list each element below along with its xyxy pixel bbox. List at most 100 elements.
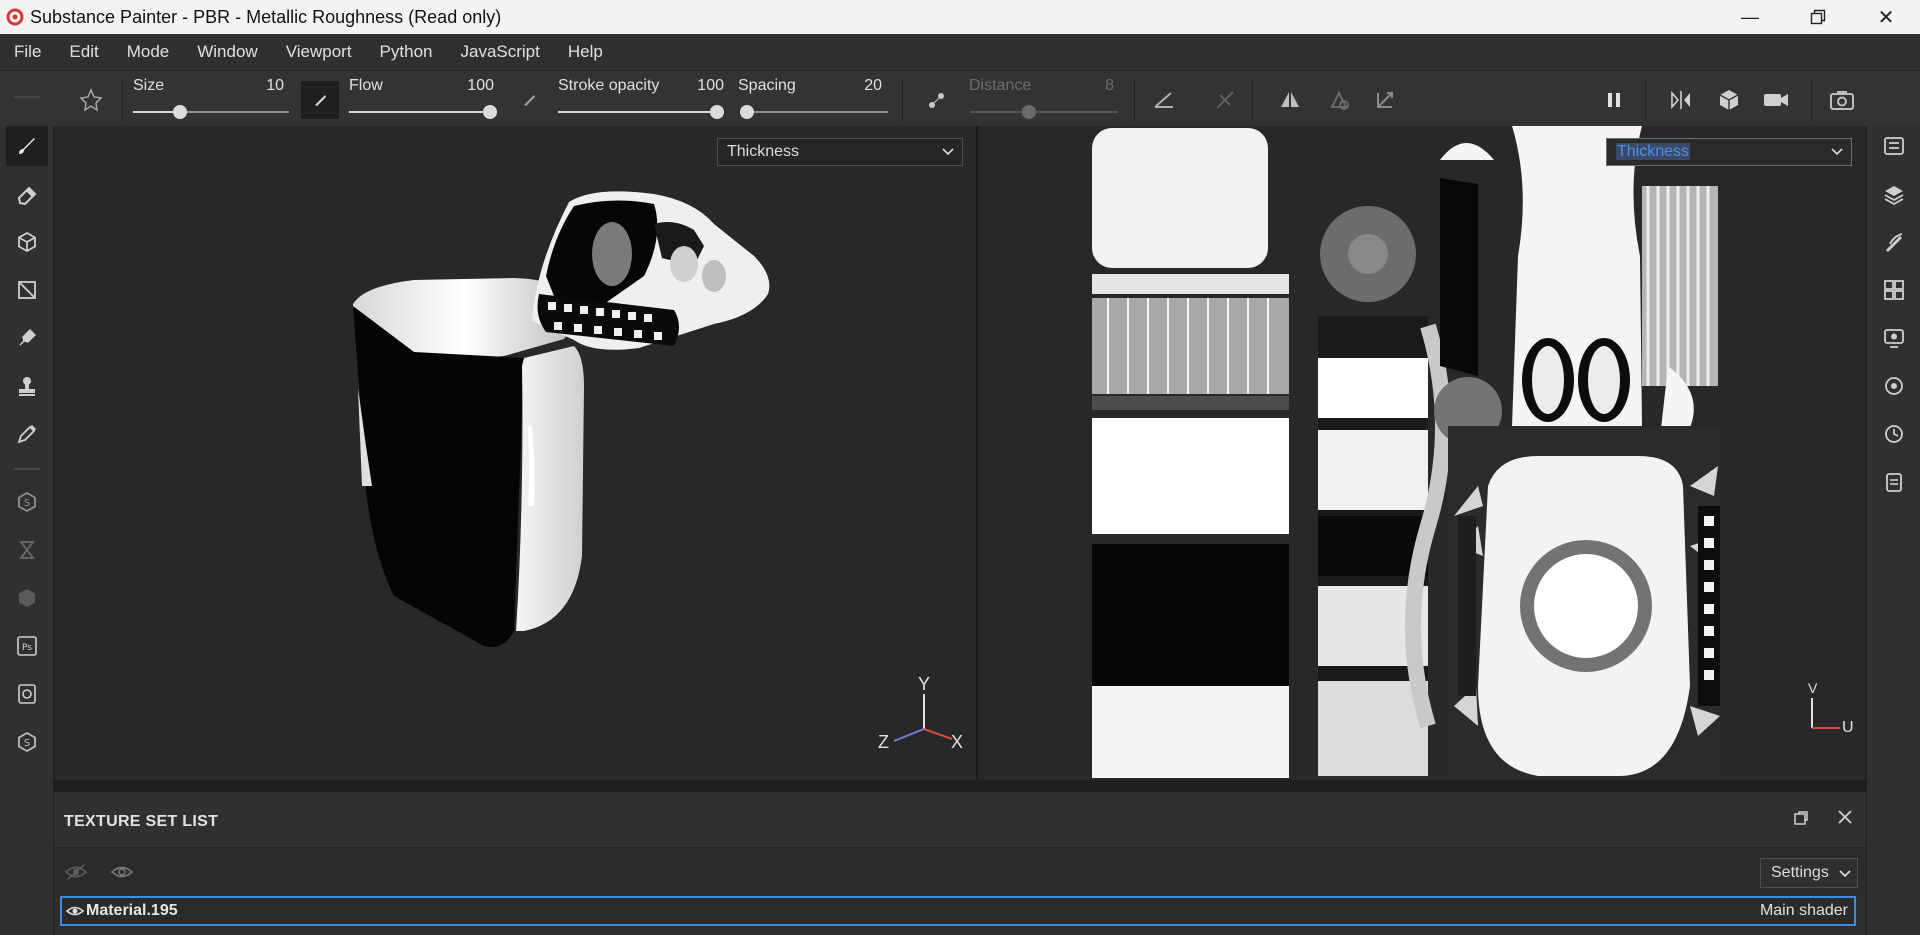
size-value[interactable]: 10 [240,77,284,95]
right-panel-shelf [1866,126,1920,935]
smudge-tool-icon[interactable] [6,318,48,358]
panel-splitter[interactable] [54,780,1866,792]
3d-view-cube-icon[interactable] [1712,83,1746,117]
menu-help[interactable]: Help [554,34,617,70]
axis-label-v: V [1808,680,1818,696]
close-icon: ✕ [1877,6,1895,29]
close-button[interactable]: ✕ [1852,0,1920,34]
hourglass-icon[interactable] [6,530,48,570]
pressure-size-icon[interactable] [301,81,339,119]
properties-brush-icon[interactable] [1877,225,1911,259]
maximize-button[interactable] [1784,0,1852,34]
screenshot-camera-icon[interactable] [1825,83,1859,117]
pause-button[interactable] [1597,83,1631,117]
spacing-value[interactable]: 20 [838,77,882,95]
uv-texture-map [1092,126,1840,778]
stroke-opacity-label: Stroke opacity [558,77,660,94]
material-name: Material.195 [86,902,178,919]
distance-value[interactable]: 8 [1070,77,1114,95]
clone-stamp-tool-icon[interactable] [6,366,48,406]
close-panel-icon[interactable] [1837,809,1853,830]
3d-viewport[interactable]: Thickness Y Z X [54,126,977,780]
eraser-tool-icon[interactable] [6,174,48,214]
menu-window[interactable]: Window [183,34,271,70]
2d-uv-viewport[interactable]: Thickness V U [978,126,1866,780]
texture-set-row[interactable]: Material.195 Main shader [60,896,1856,926]
chevron-down-icon [1831,148,1843,156]
brush-preset-icon[interactable] [74,83,108,117]
minimize-button[interactable]: — [1716,0,1784,34]
split-view-icon[interactable] [1664,83,1698,117]
color-picker-tool-icon[interactable] [6,414,48,454]
distance-slider[interactable] [970,105,1118,119]
shader-settings-icon[interactable] [1877,369,1911,403]
title-bar: Substance Painter - PBR - Metallic Rough… [0,0,1920,34]
projection-tool-icon[interactable] [6,222,48,262]
panel-title: TEXTURE SET LIST [64,813,219,830]
axis-label-u: U [1842,719,1854,736]
pressure-flow-icon[interactable] [512,83,546,117]
texture-set-list-panel: TEXTURE SET LIST Settings Material.195 M… [54,792,1866,935]
3d-channel-value: Thickness [727,143,800,160]
stroke-opacity-slider[interactable] [558,105,724,119]
uv-axis-gizmo [1811,698,1840,729]
3d-channel-dropdown[interactable]: Thickness [717,138,963,166]
log-clipboard-icon[interactable] [1877,465,1911,499]
polygon-fill-tool-icon[interactable] [6,270,48,310]
flow-slider[interactable] [349,105,497,119]
chevron-down-icon [942,148,954,156]
size-label: Size [133,77,165,94]
texture-set-toolbar: Settings [54,848,1866,896]
visibility-eye-icon[interactable] [65,903,85,924]
distance-label: Distance [969,77,1032,94]
axis-label-z: Z [878,732,889,752]
left-tool-shelf: S Ps S [0,96,54,935]
spacing-slider[interactable] [740,105,888,119]
menu-bar: File Edit Mode Window Viewport Python Ja… [0,34,1920,70]
substance-source-icon[interactable] [6,578,48,618]
shelf-grid-icon[interactable] [1877,273,1911,307]
axis-label-y: Y [918,674,931,694]
shader-name[interactable]: Main shader [1760,902,1848,920]
float-panel-icon[interactable] [1793,810,1809,831]
menu-mode[interactable]: Mode [113,34,184,70]
lazy-mouse-icon[interactable] [920,83,954,117]
restore-icon [1810,9,1826,25]
svg-text:Ps: Ps [22,643,32,653]
display-settings-icon[interactable] [1877,321,1911,355]
show-eye-icon[interactable] [110,862,134,887]
stroke-opacity-value[interactable]: 100 [680,77,724,95]
paint-brush-tool-icon[interactable] [6,126,48,166]
symmetry-shape-icon[interactable] [1322,83,1356,117]
substance-settings-icon[interactable]: S [6,722,48,762]
svg-text:S: S [24,738,30,749]
transform-icon[interactable] [1368,83,1402,117]
menu-python[interactable]: Python [366,34,447,70]
symmetry-angle-icon[interactable] [1147,83,1181,117]
app-logo-icon [2,0,28,34]
history-icon[interactable] [1877,417,1911,451]
spacing-label: Spacing [738,77,796,94]
menu-file[interactable]: File [0,34,55,70]
settings-dropdown[interactable]: Settings [1760,858,1858,888]
mirror-icon[interactable] [1273,83,1307,117]
size-slider[interactable] [133,105,289,119]
2d-channel-dropdown[interactable]: Thickness [1606,138,1852,166]
menu-javascript[interactable]: JavaScript [446,34,553,70]
menu-viewport[interactable]: Viewport [272,34,366,70]
flow-label: Flow [349,77,383,94]
chevron-down-icon [1839,870,1851,878]
line-mode-icon[interactable] [1208,83,1242,117]
camera-view-icon[interactable] [1759,83,1793,117]
settings-label: Settings [1771,864,1829,881]
layers-icon[interactable] [1877,177,1911,211]
2d-channel-value: Thickness [1616,143,1691,160]
bake-substance-icon[interactable]: S [6,482,48,522]
photoshop-export-icon[interactable]: Ps [6,626,48,666]
hide-eye-icon[interactable] [64,862,88,887]
document-refresh-icon[interactable] [6,674,48,714]
flow-value[interactable]: 100 [450,77,494,95]
menu-edit[interactable]: Edit [55,34,112,70]
3d-model-render [353,191,953,742]
texture-set-list-icon[interactable] [1877,129,1911,163]
